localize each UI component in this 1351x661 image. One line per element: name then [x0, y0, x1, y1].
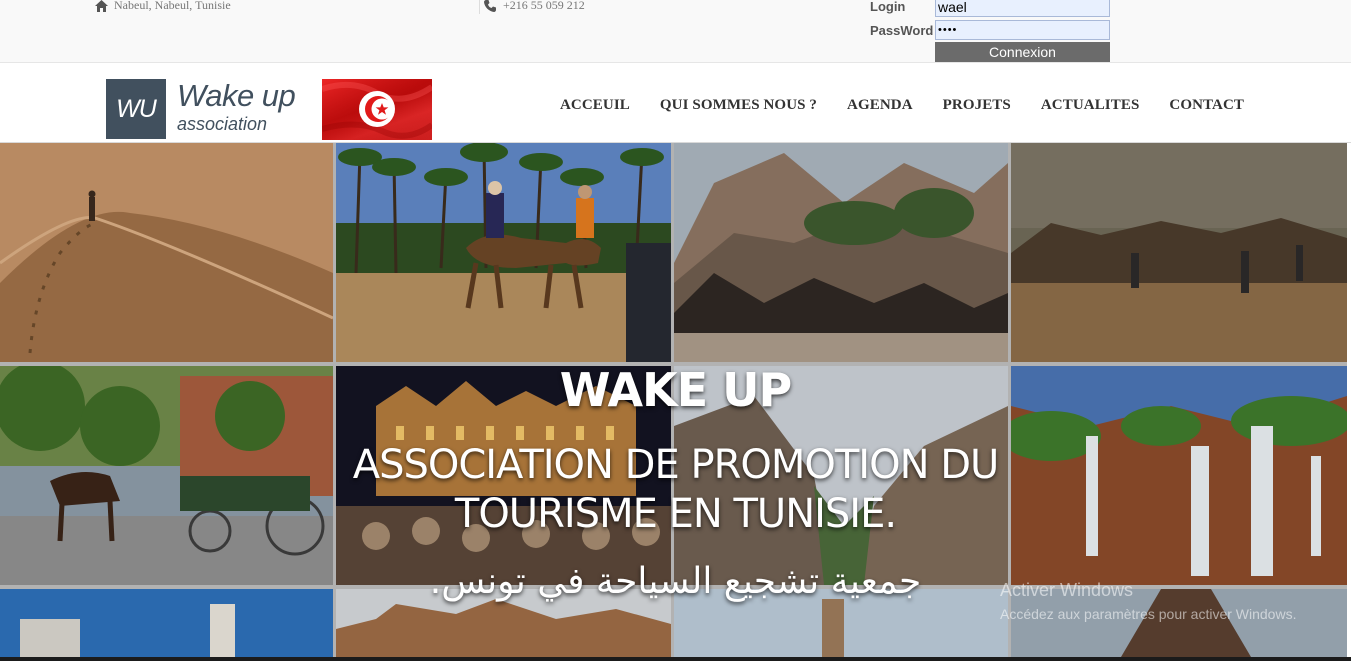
address-text: Nabeul, Nabeul, Tunisie [114, 0, 231, 12]
hero-subtitle: ASSOCIATION DE PROMOTION DU TOURISME EN … [352, 442, 1000, 537]
phone-info: +216 55 059 212 [484, 0, 585, 13]
main-menu: ACCEUIL QUI SOMMES NOUS ? AGENDA PROJETS… [560, 97, 1244, 114]
login-label: Login [870, 0, 906, 14]
site-logo[interactable]: WU Wake up association [106, 78, 307, 139]
connexion-button[interactable]: Connexion [935, 42, 1110, 62]
logo-initials: WU [106, 79, 166, 139]
password-label: PassWord [870, 23, 934, 38]
phone-icon [484, 0, 497, 12]
nav-item-projets[interactable]: PROJETS [943, 97, 1011, 114]
logo-subtitle: association [177, 114, 268, 134]
nav-item-acceuil[interactable]: ACCEUIL [560, 97, 630, 114]
right-edge [1347, 143, 1351, 657]
hero-banner: WAKE UP ASSOCIATION DE PROMOTION DU TOUR… [0, 143, 1351, 657]
home-icon [95, 0, 108, 12]
password-input[interactable] [935, 20, 1110, 40]
windows-activation-message: Accédez aux paramètres pour activer Wind… [1000, 606, 1297, 622]
windows-activation-title: Activer Windows [1000, 580, 1134, 600]
nav-item-qui-sommes-nous[interactable]: QUI SOMMES NOUS ? [660, 97, 817, 114]
nav-item-contact[interactable]: CONTACT [1169, 97, 1244, 114]
taskbar-edge [0, 657, 1351, 661]
main-navbar: WU Wake up association ACCEUIL QUI SOMME… [0, 64, 1351, 143]
hero-title: WAKE UP [559, 363, 792, 417]
phone-text: +216 55 059 212 [503, 0, 585, 12]
nav-item-actualites[interactable]: ACTUALITES [1041, 97, 1140, 114]
nav-item-agenda[interactable]: AGENDA [847, 97, 913, 114]
logo-name: Wake up [177, 78, 296, 113]
hero-arabic-subtitle: جمعية تشجيع السياحة في تونس. [429, 561, 922, 602]
tunisia-flag-image [322, 79, 432, 140]
login-input[interactable] [935, 0, 1110, 17]
top-info-bar: Nabeul, Nabeul, Tunisie +216 55 059 212 … [0, 0, 1351, 63]
divider [479, 0, 480, 14]
address-info: Nabeul, Nabeul, Tunisie [95, 0, 231, 13]
